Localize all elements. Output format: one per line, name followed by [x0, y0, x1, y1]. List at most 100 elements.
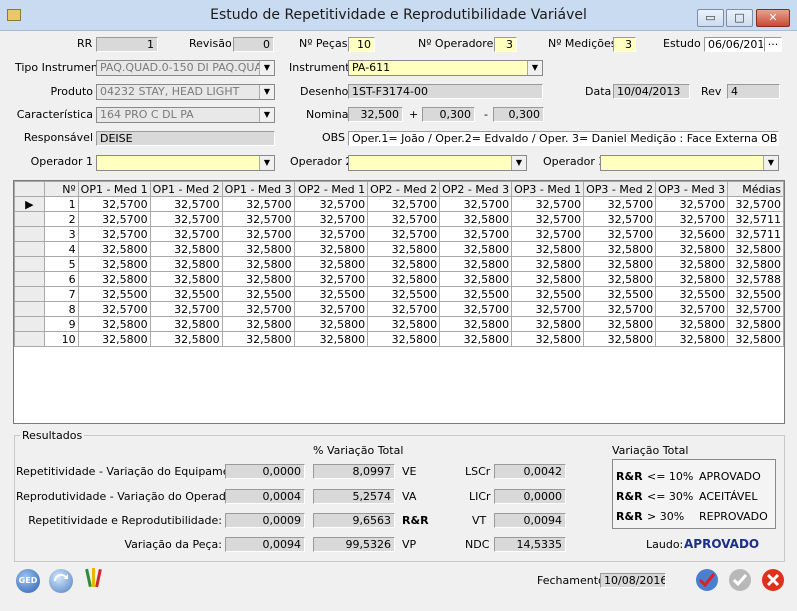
measurement-cell[interactable]: 32,5500	[511, 286, 585, 302]
measurement-cell[interactable]: 32,5700	[367, 301, 441, 317]
responsavel-field[interactable]: DEISE	[96, 131, 275, 146]
measurement-cell[interactable]: 32,5700	[293, 271, 369, 287]
measurement-cell[interactable]: 32,5800	[77, 241, 151, 257]
column-header-num[interactable]: Nº	[43, 181, 79, 197]
table-row[interactable]: 7 32,5500 32,5500 32,5500 32,5500 32,5500 32,5…	[14, 286, 784, 302]
row-number-cell[interactable]: 3	[43, 226, 79, 242]
measurement-cell[interactable]: 32,5800	[511, 331, 585, 347]
measurement-cell[interactable]: 32,5800	[367, 271, 441, 287]
operadores-field[interactable]: 3	[494, 37, 517, 52]
ged-button[interactable]: GED	[16, 569, 40, 593]
rr-field[interactable]: 1	[96, 37, 158, 52]
measurement-cell[interactable]: 32,5700	[511, 211, 585, 227]
measurement-cell[interactable]: 32,5800	[439, 211, 513, 227]
measurement-cell[interactable]: 32,5800	[439, 331, 513, 347]
row-number-cell[interactable]: 8	[43, 301, 79, 317]
measurement-cell[interactable]: 32,5700	[583, 301, 657, 317]
measurement-cell[interactable]: 32,5800	[367, 331, 441, 347]
row-indicator[interactable]	[14, 226, 45, 242]
measurement-cell[interactable]: 32,5700	[439, 301, 513, 317]
column-header[interactable]: OP3 - Med 2	[583, 181, 657, 197]
operador2-combo[interactable]: ▼	[348, 155, 527, 171]
measurement-cell[interactable]: 32,5700	[149, 196, 223, 212]
measurement-cell[interactable]: 32,5800	[221, 256, 295, 272]
measurement-cell[interactable]: 32,5800	[727, 316, 784, 332]
measurement-cell[interactable]: 32,5800	[583, 316, 657, 332]
measurement-cell[interactable]: 32,5800	[77, 316, 151, 332]
measurement-cell[interactable]: 32,5700	[583, 211, 657, 227]
nominal-field[interactable]: 32,500	[348, 107, 403, 122]
measurement-cell[interactable]: 32,5800	[583, 331, 657, 347]
measurement-cell[interactable]: 32,5788	[727, 271, 784, 287]
tolerance-minus-field[interactable]: 0,300	[493, 107, 544, 122]
measurement-cell[interactable]: 32,5700	[293, 301, 369, 317]
table-row[interactable]: ▶ 1 32,5700 32,5700 32,5700 32,5700 32,5700 32,…	[14, 196, 784, 212]
column-header[interactable]: OP1 - Med 1	[77, 181, 151, 197]
measurement-cell[interactable]: 32,5800	[149, 271, 223, 287]
table-row[interactable]: 4 32,5800 32,5800 32,5800 32,5800 32,5800 32,5…	[14, 241, 784, 257]
row-number-cell[interactable]: 1	[43, 196, 79, 212]
measurement-cell[interactable]: 32,5700	[221, 211, 295, 227]
row-number-cell[interactable]: 2	[43, 211, 79, 227]
tolerance-plus-field[interactable]: 0,300	[422, 107, 475, 122]
measurement-cell[interactable]: 32,5700	[583, 196, 657, 212]
measurement-cell[interactable]: 32,5800	[727, 331, 784, 347]
produto-combo[interactable]: 04232 STAY, HEAD LIGHT ▼	[96, 84, 275, 100]
estudo-date-picker-button[interactable]: ···	[764, 37, 782, 52]
measurement-cell[interactable]: 32,5800	[727, 241, 784, 257]
rev-field[interactable]: 4	[727, 84, 780, 99]
measurement-cell[interactable]: 32,5800	[655, 241, 729, 257]
measurement-cell[interactable]: 32,5800	[221, 271, 295, 287]
row-indicator[interactable]	[14, 316, 45, 332]
measurement-cell[interactable]: 32,5700	[221, 226, 295, 242]
tipo-instrumento-combo[interactable]: PAQ.QUAD.0-150 DI PAQ.QUAI ▼	[96, 60, 275, 76]
confirm-button[interactable]	[727, 567, 753, 593]
measurement-cell[interactable]: 32,5700	[511, 226, 585, 242]
row-indicator[interactable]	[14, 331, 45, 347]
measurement-cell[interactable]: 32,5711	[727, 211, 784, 227]
measurement-cell[interactable]: 32,5800	[655, 331, 729, 347]
row-number-cell[interactable]: 9	[43, 316, 79, 332]
row-indicator[interactable]	[14, 241, 45, 257]
measurement-cell[interactable]: 32,5700	[77, 226, 151, 242]
measurement-cell[interactable]: 32,5500	[655, 286, 729, 302]
row-number-cell[interactable]: 6	[43, 271, 79, 287]
measurement-cell[interactable]: 32,5500	[583, 286, 657, 302]
measurement-cell[interactable]: 32,5800	[221, 241, 295, 257]
measurement-cell[interactable]: 32,5700	[293, 196, 369, 212]
column-header[interactable]: Médias	[727, 181, 784, 197]
table-row[interactable]: 8 32,5700 32,5700 32,5700 32,5700 32,5700 32,5…	[14, 301, 784, 317]
measurement-cell[interactable]: 32,5711	[727, 226, 784, 242]
measurement-cell[interactable]: 32,5500	[149, 286, 223, 302]
table-row[interactable]: 6 32,5800 32,5800 32,5800 32,5700 32,5800 32,5…	[14, 271, 784, 287]
column-header[interactable]: OP1 - Med 2	[149, 181, 223, 197]
row-indicator[interactable]	[14, 271, 45, 287]
measurement-cell[interactable]: 32,5800	[439, 271, 513, 287]
measurement-cell[interactable]: 32,5700	[655, 301, 729, 317]
column-header[interactable]: OP3 - Med 1	[511, 181, 585, 197]
measurements-grid[interactable]: Nº OP1 - Med 1 OP1 - Med 2 OP1 - Med 3 OP2 -…	[13, 180, 785, 424]
measurement-cell[interactable]: 32,5700	[149, 211, 223, 227]
operador3-combo[interactable]: ▼	[600, 155, 779, 171]
fechamento-field[interactable]: 10/08/2016	[600, 573, 666, 588]
measurement-cell[interactable]: 32,5800	[77, 256, 151, 272]
table-row[interactable]: 3 32,5700 32,5700 32,5700 32,5700 32,5700 32,5…	[14, 226, 784, 242]
measurement-cell[interactable]: 32,5800	[511, 271, 585, 287]
close-button[interactable]: ✕	[756, 9, 790, 27]
approve-button[interactable]	[694, 567, 720, 593]
operador1-combo[interactable]: ▼	[96, 155, 275, 171]
measurement-cell[interactable]: 32,5700	[367, 196, 441, 212]
column-header[interactable]: OP2 - Med 3	[439, 181, 513, 197]
cancel-button[interactable]	[760, 567, 786, 593]
measurement-cell[interactable]: 32,5800	[655, 271, 729, 287]
measurement-cell[interactable]: 32,5700	[367, 211, 441, 227]
row-number-cell[interactable]: 7	[43, 286, 79, 302]
table-row[interactable]: 5 32,5800 32,5800 32,5800 32,5800 32,5800 32,5…	[14, 256, 784, 272]
measurement-cell[interactable]: 32,5800	[293, 256, 369, 272]
measurement-cell[interactable]: 32,5700	[221, 196, 295, 212]
measurement-cell[interactable]: 32,5800	[293, 241, 369, 257]
measurement-cell[interactable]: 32,5800	[293, 316, 369, 332]
measurement-cell[interactable]: 32,5500	[439, 286, 513, 302]
row-indicator[interactable]	[14, 256, 45, 272]
row-number-cell[interactable]: 10	[43, 331, 79, 347]
